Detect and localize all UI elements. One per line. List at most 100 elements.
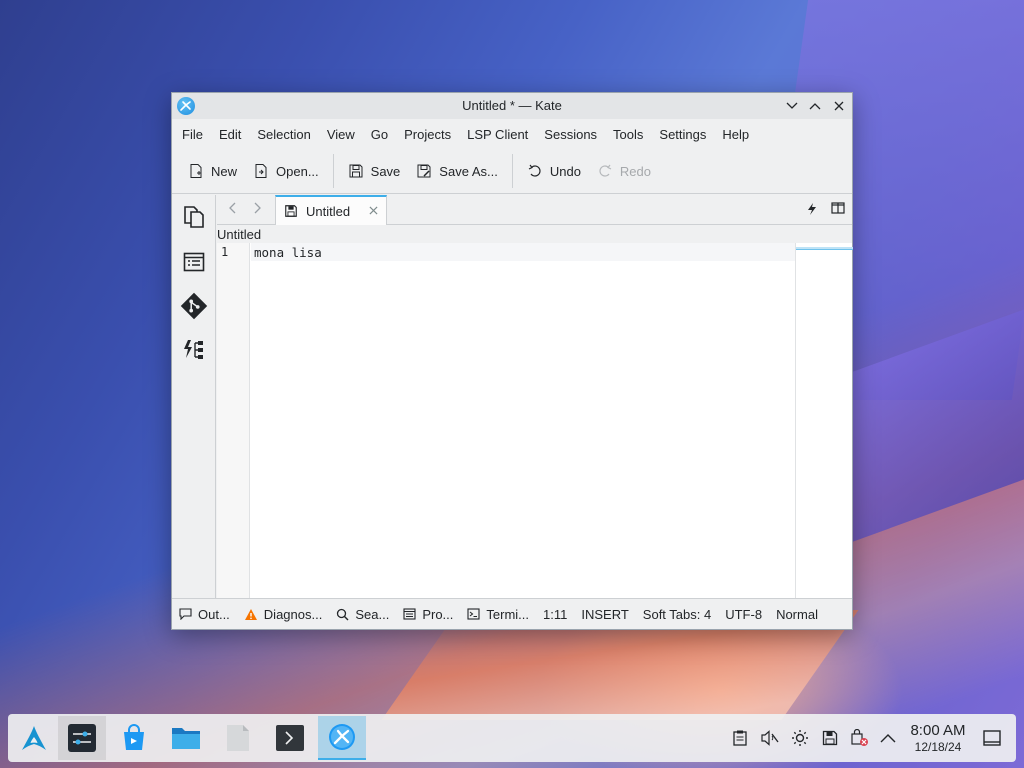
terminal-icon — [276, 725, 304, 751]
show-desktop-icon — [983, 730, 1001, 746]
taskbar-discover[interactable] — [110, 716, 158, 760]
tab-untitled[interactable]: Untitled — [275, 195, 387, 225]
split-view-icon — [831, 202, 845, 214]
history-back-button[interactable] — [223, 201, 241, 219]
redo-icon — [599, 164, 612, 177]
close-button[interactable] — [829, 96, 849, 116]
cursor-position[interactable]: 1:11 — [536, 607, 574, 622]
tray-brightness[interactable] — [790, 728, 810, 748]
output-tab[interactable]: Out... — [172, 607, 237, 622]
kate-window: Untitled * — Kate File Edit Selection Vi… — [171, 92, 853, 630]
menu-edit[interactable]: Edit — [213, 127, 251, 142]
git-icon — [180, 292, 208, 320]
network-locked-icon — [851, 729, 868, 746]
kate-icon — [329, 724, 355, 750]
save-button[interactable]: Save — [340, 154, 409, 188]
window-title: Untitled * — Kate — [462, 98, 562, 113]
git-sidebar-button[interactable] — [180, 292, 208, 320]
input-mode[interactable]: INSERT — [574, 607, 635, 622]
volume-muted-icon — [761, 730, 779, 746]
diagnostics-tab[interactable]: Diagnos... — [237, 607, 330, 622]
save-icon — [285, 205, 297, 217]
menu-selection[interactable]: Selection — [251, 127, 320, 142]
tab-close-button[interactable] — [369, 202, 378, 218]
project-icon — [403, 608, 416, 620]
clipboard-icon — [733, 730, 747, 746]
chevron-down-icon — [786, 102, 798, 109]
save-as-button[interactable]: Save As... — [408, 154, 506, 188]
projects-tab[interactable]: Pro... — [396, 607, 460, 622]
menu-projects[interactable]: Projects — [398, 127, 461, 142]
symbol-outline-icon — [184, 340, 203, 359]
breadcrumb[interactable]: Untitled — [217, 227, 261, 242]
brightness-icon — [792, 730, 808, 746]
undo-label: Undo — [549, 163, 581, 179]
system-settings-icon — [68, 724, 96, 752]
maximize-button[interactable] — [805, 96, 825, 116]
redo-button[interactable]: Redo — [589, 154, 659, 188]
terminal-tab[interactable]: Termi... — [460, 607, 536, 622]
quick-open-button[interactable] — [804, 202, 820, 218]
undo-button[interactable]: Undo — [519, 154, 589, 188]
syntax-mode[interactable]: Normal — [769, 607, 825, 622]
taskbar-text-editor[interactable] — [214, 716, 262, 760]
tray-network[interactable] — [850, 728, 870, 748]
taskbar-konsole[interactable] — [266, 716, 314, 760]
minimap[interactable] — [795, 243, 853, 599]
symbols-sidebar-button[interactable] — [180, 336, 208, 364]
save-as-label: Save As... — [439, 163, 498, 179]
tray-expand[interactable] — [878, 728, 898, 748]
taskbar-dolphin[interactable] — [162, 716, 210, 760]
menu-file[interactable]: File — [176, 127, 213, 142]
left-sidebar — [172, 195, 216, 599]
text-editor[interactable]: 1 mona lisa — [217, 243, 795, 599]
minimap-viewport[interactable] — [796, 247, 853, 250]
menu-bar: File Edit Selection View Go Projects LSP… — [172, 119, 852, 149]
clock-time[interactable]: 8:00 AM — [906, 722, 970, 739]
tray-volume[interactable] — [760, 728, 780, 748]
terminal-icon — [467, 608, 480, 620]
application-launcher[interactable] — [10, 716, 58, 760]
show-desktop-button[interactable] — [982, 728, 1002, 748]
close-icon — [834, 101, 844, 111]
search-icon — [337, 608, 349, 620]
open-button[interactable]: Open... — [245, 154, 327, 188]
main-toolbar: New Open... Save Save As... Undo Redo — [172, 149, 852, 194]
document-icon — [227, 725, 249, 751]
menu-help[interactable]: Help — [716, 127, 759, 142]
menu-go[interactable]: Go — [365, 127, 398, 142]
menu-view[interactable]: View — [321, 127, 365, 142]
cursor-position-label: 1:11 — [543, 606, 568, 622]
menu-lsp-client[interactable]: LSP Client — [461, 127, 538, 142]
new-button[interactable]: New — [180, 154, 245, 188]
encoding-setting[interactable]: UTF-8 — [718, 607, 769, 622]
tray-clipboard[interactable] — [730, 728, 750, 748]
split-view-button[interactable] — [830, 202, 846, 218]
new-label: New — [211, 163, 238, 179]
current-line-highlight — [251, 243, 795, 261]
search-label: Sea... — [355, 606, 390, 622]
editor-area: Untitled Untitled 1 mona lisa — [172, 195, 853, 599]
projects-sidebar-button[interactable] — [180, 248, 208, 276]
indentation-setting[interactable]: Soft Tabs: 4 — [636, 607, 718, 622]
menu-sessions[interactable]: Sessions — [538, 127, 607, 142]
history-forward-button[interactable] — [249, 201, 267, 219]
menu-tools[interactable]: Tools — [607, 127, 653, 142]
warning-icon — [244, 608, 257, 620]
clock-date[interactable]: 12/18/24 — [906, 740, 970, 754]
search-tab[interactable]: Sea... — [329, 607, 396, 622]
save-label: Save — [370, 163, 401, 179]
code-line[interactable]: mona lisa — [254, 245, 322, 260]
redo-label: Redo — [619, 163, 651, 179]
chevron-left-icon — [229, 202, 236, 214]
documents-sidebar-button[interactable] — [180, 203, 208, 231]
menu-settings[interactable]: Settings — [653, 127, 716, 142]
tray-disks[interactable] — [820, 728, 840, 748]
taskbar-kate[interactable] — [318, 716, 366, 760]
disk-save-icon — [822, 730, 838, 746]
title-bar[interactable]: Untitled * — Kate — [172, 93, 852, 119]
toolbar-separator — [332, 154, 334, 188]
minimize-button[interactable] — [782, 96, 802, 116]
open-label: Open... — [276, 163, 319, 179]
taskbar-system-settings[interactable] — [58, 716, 106, 760]
